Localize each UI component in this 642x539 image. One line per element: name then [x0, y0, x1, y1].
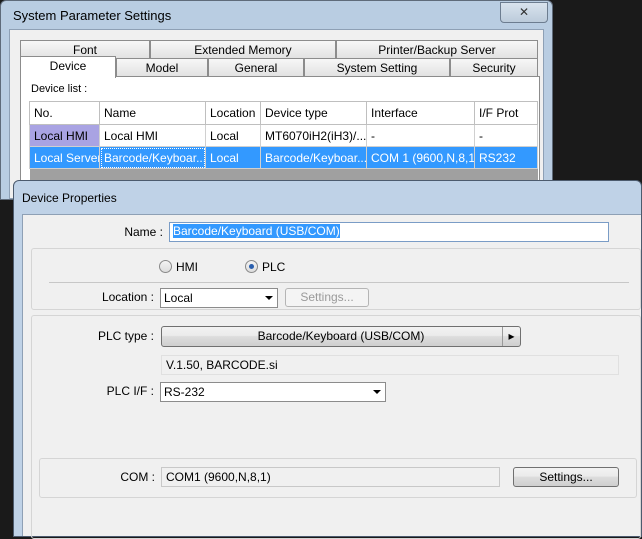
- plc-if-dropdown[interactable]: RS-232: [160, 382, 386, 402]
- plc-type-value: Barcode/Keyboard (USB/COM): [257, 329, 425, 343]
- com-label: COM :: [120, 470, 155, 484]
- tab-security[interactable]: Security: [450, 58, 538, 76]
- com-value-field: COM1 (9600,N,8,1): [161, 467, 500, 487]
- device-list-table: No. Name Location Device type Interface …: [29, 101, 538, 183]
- location-value: Local: [164, 291, 193, 305]
- system-parameter-settings-window: System Parameter Settings ✕ Font Extende…: [0, 0, 553, 218]
- tab-printer-backup-server[interactable]: Printer/Backup Server: [336, 40, 538, 58]
- chevron-right-icon: ▸: [502, 327, 520, 346]
- location-settings-button[interactable]: Settings...: [285, 288, 369, 307]
- cell-no[interactable]: Local HMI: [29, 124, 100, 147]
- tab-system-setting[interactable]: System Setting: [304, 58, 450, 76]
- cell-interface[interactable]: COM 1 (9600,N,8,1): [366, 146, 475, 169]
- plc-if-value: RS-232: [164, 385, 205, 399]
- cell-location[interactable]: Local: [205, 146, 261, 169]
- cell-if-protocol[interactable]: -: [474, 124, 538, 147]
- column-header-if-protocol[interactable]: I/F Prot: [474, 101, 538, 125]
- device-properties-dialog: Device Properties Name : Barcode/Keyboar…: [13, 180, 642, 539]
- tab-model[interactable]: Model: [116, 58, 208, 76]
- cell-device-type[interactable]: Barcode/Keyboar...: [260, 146, 367, 169]
- name-label: Name :: [124, 225, 163, 239]
- cell-name[interactable]: Local HMI: [99, 124, 206, 147]
- window-title: System Parameter Settings: [13, 8, 172, 23]
- plc-if-label: PLC I/F :: [106, 384, 154, 398]
- tab-device[interactable]: Device: [20, 56, 116, 78]
- radio-hmi[interactable]: HMI: [159, 260, 198, 274]
- name-input[interactable]: Barcode/Keyboard (USB/COM): [169, 222, 609, 242]
- radio-plc-button[interactable]: [245, 260, 258, 273]
- cell-location[interactable]: Local: [205, 124, 261, 147]
- dialog-title: Device Properties: [22, 191, 117, 205]
- tab-row-lower: Device Model General System Setting Secu…: [20, 56, 538, 78]
- device-list-label: Device list :: [31, 83, 88, 95]
- tab-general[interactable]: General: [208, 58, 304, 76]
- column-header-location[interactable]: Location: [205, 101, 261, 125]
- location-dropdown[interactable]: Local: [160, 288, 278, 308]
- cell-no[interactable]: Local Server: [29, 146, 100, 169]
- table-row[interactable]: Local HMI Local HMI Local MT6070iH2(iH3)…: [29, 124, 538, 147]
- table-row-selected[interactable]: Local Server Barcode/Keyboar... Local Ba…: [29, 146, 538, 169]
- radio-hmi-label: HMI: [176, 260, 198, 274]
- radio-plc[interactable]: PLC: [245, 260, 285, 274]
- column-header-no[interactable]: No.: [29, 101, 100, 125]
- close-icon[interactable]: ✕: [500, 2, 548, 23]
- title-bar[interactable]: System Parameter Settings ✕: [1, 1, 552, 29]
- column-header-interface[interactable]: Interface: [366, 101, 475, 125]
- column-header-name[interactable]: Name: [99, 101, 206, 125]
- tab-extended-memory[interactable]: Extended Memory: [150, 40, 336, 58]
- chevron-down-icon: [265, 296, 273, 300]
- location-label: Location :: [101, 290, 154, 304]
- plc-settings-group: PLC type : Barcode/Keyboard (USB/COM) ▸ …: [31, 315, 641, 539]
- cell-if-protocol[interactable]: RS232: [474, 146, 538, 169]
- table-header-row: No. Name Location Device type Interface …: [29, 101, 538, 125]
- radio-plc-label: PLC: [262, 260, 286, 274]
- device-role-group: HMI PLC Location : Local Settings...: [31, 248, 641, 310]
- radio-hmi-button[interactable]: [159, 260, 172, 273]
- dialog-client-area: Name : Barcode/Keyboard (USB/COM) HMI PL…: [22, 214, 641, 539]
- driver-info-field: V.1.50, BARCODE.si: [161, 355, 619, 375]
- chevron-down-icon: [373, 390, 381, 394]
- plc-type-label: PLC type :: [97, 329, 154, 343]
- cell-name[interactable]: Barcode/Keyboar...: [99, 146, 206, 169]
- cell-device-type[interactable]: MT6070iH2(iH3)/...: [260, 124, 367, 147]
- group-divider: [49, 282, 629, 283]
- com-group: COM : COM1 (9600,N,8,1) Settings...: [39, 458, 637, 498]
- com-settings-button[interactable]: Settings...: [513, 467, 619, 487]
- column-header-device-type[interactable]: Device type: [260, 101, 367, 125]
- plc-type-button[interactable]: Barcode/Keyboard (USB/COM) ▸: [161, 326, 521, 347]
- name-input-value: Barcode/Keyboard (USB/COM): [173, 224, 340, 238]
- settings-client-area: Font Extended Memory Printer/Backup Serv…: [9, 29, 544, 218]
- cell-interface[interactable]: -: [366, 124, 475, 147]
